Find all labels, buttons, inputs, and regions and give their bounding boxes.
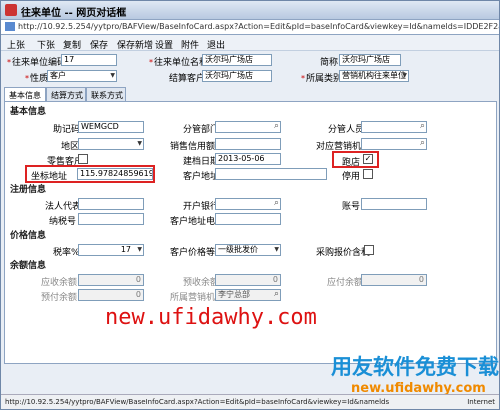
- account-label: 账号: [342, 202, 361, 212]
- disabled-label: 停用: [342, 172, 361, 182]
- org-field[interactable]: [361, 138, 427, 150]
- watermark-text: new.ufidawhy.com: [105, 305, 317, 330]
- tax-label: 纳税号: [49, 217, 77, 227]
- tax-field[interactable]: [78, 213, 144, 225]
- app-icon: [5, 4, 17, 16]
- phone-field[interactable]: [215, 213, 281, 225]
- rate-label: 税率%: [53, 248, 80, 258]
- disabled-checkbox[interactable]: [363, 169, 373, 179]
- dialog-window: 往来单位 -- 网页对话框 http://10.92.5.254/yytpro/…: [0, 0, 500, 410]
- toolbar: 上张 下张 复制 保存 保存新增 设置 附件 退出: [1, 35, 499, 51]
- region-label: 地区: [61, 142, 80, 152]
- highlight-coord: [25, 165, 155, 183]
- settle-label: 结算客户: [169, 74, 206, 84]
- ap-label: 应付余额: [327, 278, 364, 288]
- next-button[interactable]: 下张: [37, 38, 55, 51]
- account-field[interactable]: [361, 198, 427, 210]
- brand-name: 用友软件免费下载: [331, 355, 499, 379]
- purchase-label: 采购报价含税: [316, 248, 371, 258]
- window-title: 往来单位 -- 网页对话框: [21, 8, 127, 19]
- mnemonic-field[interactable]: WEMGCD: [78, 121, 144, 133]
- retail-checkbox[interactable]: [78, 154, 88, 164]
- name-field[interactable]: 沃尔玛广场店: [202, 54, 272, 66]
- bank-label: 开户银行: [183, 202, 220, 212]
- page-icon: [5, 22, 15, 31]
- pp-field: 0: [78, 289, 144, 301]
- level-select[interactable]: 一级批发价: [215, 244, 281, 256]
- addr-field[interactable]: [215, 168, 327, 180]
- status-text: http://10.92.5.254/yytpro/BAFView/BaseIn…: [5, 398, 390, 406]
- ar-label: 应收余额: [41, 278, 78, 288]
- section-basic-title: 基本信息: [10, 107, 47, 117]
- exit-button[interactable]: 退出: [207, 38, 225, 51]
- person-label: 分管人员: [328, 125, 365, 135]
- rep-label: 法人代表: [45, 202, 82, 212]
- header-form: *往来单位编码 17 *往来单位名称 沃尔玛广场店 简称 沃尔玛广场店 *性质 …: [1, 51, 499, 87]
- settings-button[interactable]: 设置: [155, 38, 173, 51]
- address-text: http://10.92.5.254/yytpro/BAFView/BaseIn…: [18, 22, 499, 31]
- tab-settlement[interactable]: 结算方式: [46, 87, 86, 101]
- attachment-button[interactable]: 附件: [181, 38, 199, 51]
- section-balance-title: 余额信息: [10, 261, 47, 271]
- ap-field: 0: [361, 274, 427, 286]
- date-label: 建档日期: [183, 157, 220, 167]
- status-bar: http://10.92.5.254/yytpro/BAFView/BaseIn…: [1, 394, 499, 409]
- copy-button[interactable]: 复制: [63, 38, 81, 51]
- tab-basic[interactable]: 基本信息: [4, 87, 46, 101]
- section-reg-title: 注册信息: [10, 185, 47, 195]
- region-select[interactable]: [78, 138, 144, 150]
- category-select[interactable]: 营销机构往来单位: [339, 70, 409, 82]
- prev-button[interactable]: 上张: [7, 38, 25, 51]
- person-field[interactable]: [361, 121, 427, 133]
- short-field[interactable]: 沃尔玛广场店: [339, 54, 401, 66]
- ar-field: 0: [78, 274, 144, 286]
- highlight-store: [332, 151, 379, 168]
- addr-label: 客户地址: [183, 172, 220, 182]
- tab-contact[interactable]: 联系方式: [86, 87, 126, 101]
- save-new-button[interactable]: 保存新增: [117, 38, 153, 51]
- type-select[interactable]: 客户: [47, 70, 117, 82]
- pre-label: 预收余额: [183, 278, 220, 288]
- settle-field[interactable]: 沃尔玛广场店: [202, 70, 272, 82]
- type-label: 性质: [30, 74, 49, 84]
- code-label: 往来单位编码: [12, 58, 67, 68]
- date-field[interactable]: 2013-05-06: [215, 153, 281, 165]
- rep-field[interactable]: [78, 198, 144, 210]
- bank-field[interactable]: [215, 198, 281, 210]
- section-price-title: 价格信息: [10, 231, 47, 241]
- pp-label: 预付余额: [41, 293, 78, 303]
- address-bar: http://10.92.5.254/yytpro/BAFView/BaseIn…: [1, 20, 499, 35]
- org-owner-field: 李宁总部: [215, 289, 281, 301]
- code-field[interactable]: 17: [61, 54, 117, 66]
- status-zone: Internet: [467, 398, 495, 406]
- purchase-checkbox[interactable]: [364, 245, 374, 255]
- rate-select[interactable]: 17: [78, 244, 144, 256]
- save-button[interactable]: 保存: [90, 38, 108, 51]
- pre-field: 0: [215, 274, 281, 286]
- short-label: 简称: [320, 58, 339, 68]
- dept-label: 分管部门: [183, 125, 220, 135]
- name-label: 往来单位名称: [154, 58, 209, 68]
- credit-field[interactable]: [215, 138, 281, 150]
- dept-field[interactable]: [215, 121, 281, 133]
- title-bar: 往来单位 -- 网页对话框: [1, 1, 499, 20]
- category-label: 所属类别: [306, 74, 343, 84]
- mnemonic-label: 助记码: [53, 125, 81, 135]
